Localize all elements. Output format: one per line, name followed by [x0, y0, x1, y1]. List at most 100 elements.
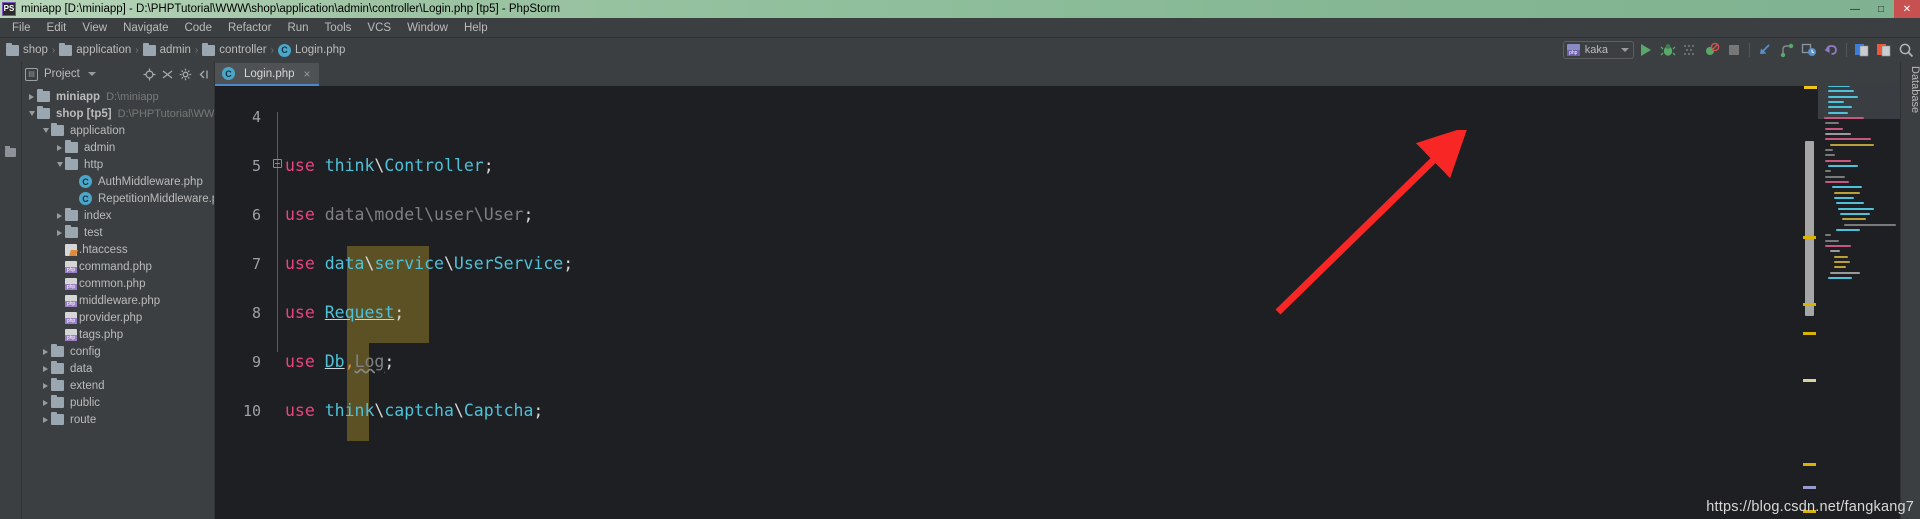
minimap-marker[interactable] [1803, 303, 1816, 306]
chevron-right-icon[interactable] [40, 365, 51, 372]
step-into-button[interactable] [1755, 40, 1775, 60]
editor-minimap[interactable] [1800, 86, 1900, 519]
chevron-right-icon[interactable] [40, 382, 51, 389]
menu-refactor[interactable]: Refactor [220, 20, 279, 36]
menu-tools[interactable]: Tools [317, 20, 360, 36]
run-configuration-selector[interactable]: kaka [1562, 41, 1634, 59]
tree-item[interactable]: config [22, 343, 214, 360]
menu-view[interactable]: View [74, 20, 115, 36]
line-number[interactable]: 9 [215, 337, 271, 386]
chevron-right-icon[interactable] [40, 348, 51, 355]
chevron-down-icon[interactable] [1621, 48, 1629, 52]
stop-button[interactable] [1724, 40, 1744, 60]
menu-code[interactable]: Code [176, 20, 220, 36]
minimap-marker[interactable] [1803, 332, 1816, 335]
tree-item[interactable]: C AuthMiddleware.php [22, 173, 214, 190]
tree-item[interactable]: command.php [22, 258, 214, 275]
code-line[interactable]: use Db, Log; [285, 337, 1800, 386]
tree-item[interactable]: common.php [22, 275, 214, 292]
tree-item[interactable]: data [22, 360, 214, 377]
breadcrumb-item-login-php[interactable]: Login.php [295, 44, 346, 56]
line-number[interactable]: 6 [215, 190, 271, 239]
breadcrumb-item-admin[interactable]: admin [160, 44, 191, 56]
menu-help[interactable]: Help [456, 20, 496, 36]
tree-item[interactable]: shop [tp5] D:\PHPTutorial\WWW [22, 105, 214, 122]
push-button[interactable] [1777, 40, 1797, 60]
tree-item[interactable]: route [22, 411, 214, 428]
code-folding-gutter[interactable] [271, 86, 285, 519]
code-line[interactable]: use think \ Controller; [285, 141, 1800, 190]
tree-item[interactable]: application [22, 122, 214, 139]
locate-file-button[interactable] [142, 67, 157, 82]
line-number[interactable]: 10 [215, 386, 271, 435]
tree-item[interactable]: .htaccess [22, 241, 214, 258]
code-line[interactable]: use think \ captcha \ Captcha; [285, 386, 1800, 435]
tree-item[interactable]: test [22, 224, 214, 241]
fold-collapse-icon[interactable] [273, 159, 282, 168]
line-number[interactable]: 8 [215, 288, 271, 337]
tree-item[interactable]: provider.php [22, 309, 214, 326]
menu-window[interactable]: Window [399, 20, 456, 36]
code-editor-text[interactable]: use think \ Controller; use data\model\user… [285, 86, 1800, 519]
chevron-down-icon[interactable] [40, 128, 51, 133]
hide-button[interactable] [196, 67, 211, 82]
editor-tab-login-php[interactable]: C Login.php × [215, 63, 319, 86]
editor-scrollbar-thumb[interactable] [1805, 141, 1814, 316]
close-button[interactable]: ✕ [1894, 0, 1920, 18]
warning-marker[interactable] [1804, 86, 1817, 89]
tree-item[interactable]: admin [22, 139, 214, 156]
chevron-right-icon[interactable] [54, 212, 65, 219]
diff-button[interactable] [1874, 40, 1894, 60]
code-line[interactable]: use data\model\user\User; [285, 190, 1800, 239]
menu-navigate[interactable]: Navigate [115, 20, 176, 36]
chevron-right-icon[interactable] [40, 416, 51, 423]
tree-item[interactable]: miniapp D:\miniapp [22, 88, 214, 105]
settings-button[interactable] [178, 67, 193, 82]
tree-item[interactable]: C RepetitionMiddleware.ph [22, 190, 214, 207]
menu-vcs[interactable]: VCS [359, 20, 399, 36]
chevron-right-icon[interactable] [54, 229, 65, 236]
update-project-button[interactable] [1799, 40, 1819, 60]
breadcrumb-item-controller[interactable]: controller [219, 44, 266, 56]
minimap-marker[interactable] [1803, 486, 1816, 489]
line-number[interactable]: 4 [215, 92, 271, 141]
chevron-right-icon[interactable] [26, 93, 37, 100]
menu-file[interactable]: File [4, 20, 39, 36]
line-number[interactable]: 5 [215, 141, 271, 190]
editor-body[interactable]: 4 5 6 7 8 9 10 use think \ Controller; use data\m… [215, 86, 1900, 519]
maximize-button[interactable]: □ [1868, 0, 1894, 18]
chevron-down-icon[interactable] [54, 162, 65, 167]
chevron-down-icon[interactable] [26, 111, 37, 116]
tree-item[interactable]: extend [22, 377, 214, 394]
debug-button[interactable] [1658, 40, 1678, 60]
commit-button[interactable] [1852, 40, 1872, 60]
minimap-marker[interactable] [1803, 379, 1816, 382]
run-button[interactable] [1636, 40, 1656, 60]
tree-item[interactable]: index [22, 207, 214, 224]
tree-item[interactable]: http [22, 156, 214, 173]
line-number[interactable]: 7 [215, 239, 271, 288]
minimap-marker[interactable] [1803, 463, 1816, 466]
code-line[interactable] [285, 92, 1800, 141]
tree-item[interactable]: tags.php [22, 326, 214, 343]
minimap-marker[interactable] [1803, 236, 1816, 239]
breadcrumb-item-application[interactable]: application [76, 44, 131, 56]
code-line[interactable]: use data \ service \ UserService; [285, 239, 1800, 288]
menu-run[interactable]: Run [279, 20, 316, 36]
expand-collapse-button[interactable] [160, 67, 175, 82]
tree-item[interactable]: middleware.php [22, 292, 214, 309]
tool-window-tab-database[interactable]: Database [1909, 66, 1920, 146]
chevron-down-icon[interactable] [87, 72, 96, 76]
minimize-button[interactable]: — [1842, 0, 1868, 18]
search-everywhere-button[interactable] [1896, 40, 1916, 60]
chevron-right-icon[interactable] [40, 399, 51, 406]
rollback-button[interactable] [1821, 40, 1841, 60]
menu-edit[interactable]: Edit [39, 20, 75, 36]
tree-item[interactable]: public [22, 394, 214, 411]
profile-button[interactable] [1702, 40, 1722, 60]
chevron-right-icon[interactable] [54, 144, 65, 151]
project-tree[interactable]: miniapp D:\miniapp shop [tp5] D:\PHPTutoria… [22, 86, 214, 519]
code-line[interactable]: use Request; [285, 288, 1800, 337]
coverage-button[interactable] [1680, 40, 1700, 60]
close-icon[interactable]: × [304, 67, 311, 81]
